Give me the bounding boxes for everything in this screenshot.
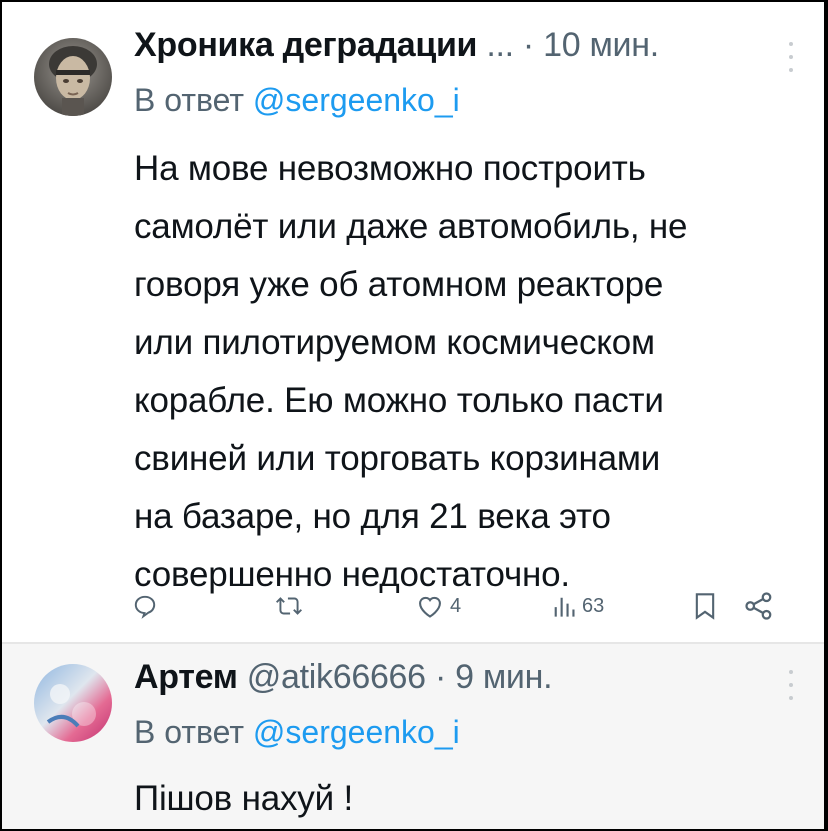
reply-context: В ответ @sergeenko_i [134, 82, 460, 119]
reply-prefix: В ответ [134, 82, 245, 118]
display-name[interactable]: Артем [134, 658, 238, 696]
reply-icon [134, 595, 156, 619]
timestamp[interactable]: · 10 мин. [523, 26, 659, 64]
tweet[interactable]: Артем @atik66666 · 9 мин. В ответ @serge… [2, 644, 824, 829]
reply-button[interactable] [132, 588, 164, 624]
reply-prefix: В ответ [134, 714, 245, 750]
reply-mention-link[interactable]: @sergeenko_i [253, 714, 460, 750]
reply-mention-link[interactable]: @sergeenko_i [253, 82, 460, 118]
tweet[interactable]: Хроника деградации ... · 10 мин. В ответ… [2, 2, 824, 642]
reply-context: В ответ @sergeenko_i [134, 714, 460, 751]
heart-icon [419, 596, 441, 618]
name-ellipsis: ... [486, 26, 514, 64]
views-chart-icon [554, 597, 575, 617]
retweet-icon [275, 597, 303, 615]
tweet-text: Пішов нахуй ! [134, 779, 353, 818]
display-name[interactable]: Хроника деградации [134, 26, 477, 64]
bookmark-icon [695, 593, 715, 620]
more-icon[interactable] [788, 670, 794, 700]
bookmark-button[interactable] [694, 588, 716, 624]
share-button[interactable] [744, 588, 774, 624]
avatar[interactable] [34, 664, 112, 742]
handle[interactable]: @atik66666 [247, 658, 426, 696]
like-button[interactable]: 4 [416, 588, 461, 624]
views-count: 63 [582, 594, 605, 617]
tweet-text: На мове невозможно построить самолёт или… [134, 149, 688, 594]
tweet-header: Артем @atik66666 · 9 мин. [134, 658, 553, 697]
timestamp[interactable]: · 9 мин. [435, 658, 553, 696]
more-icon[interactable] [788, 42, 794, 72]
views-button[interactable]: 63 [552, 588, 604, 624]
tweet-header: Хроника деградации ... · 10 мин. [134, 26, 659, 65]
retweet-button[interactable] [274, 588, 310, 624]
share-icon [745, 592, 772, 620]
like-count: 4 [450, 594, 462, 617]
screenshot-frame: Хроника деградации ... · 10 мин. В ответ… [2, 2, 824, 829]
avatar[interactable] [34, 38, 112, 116]
